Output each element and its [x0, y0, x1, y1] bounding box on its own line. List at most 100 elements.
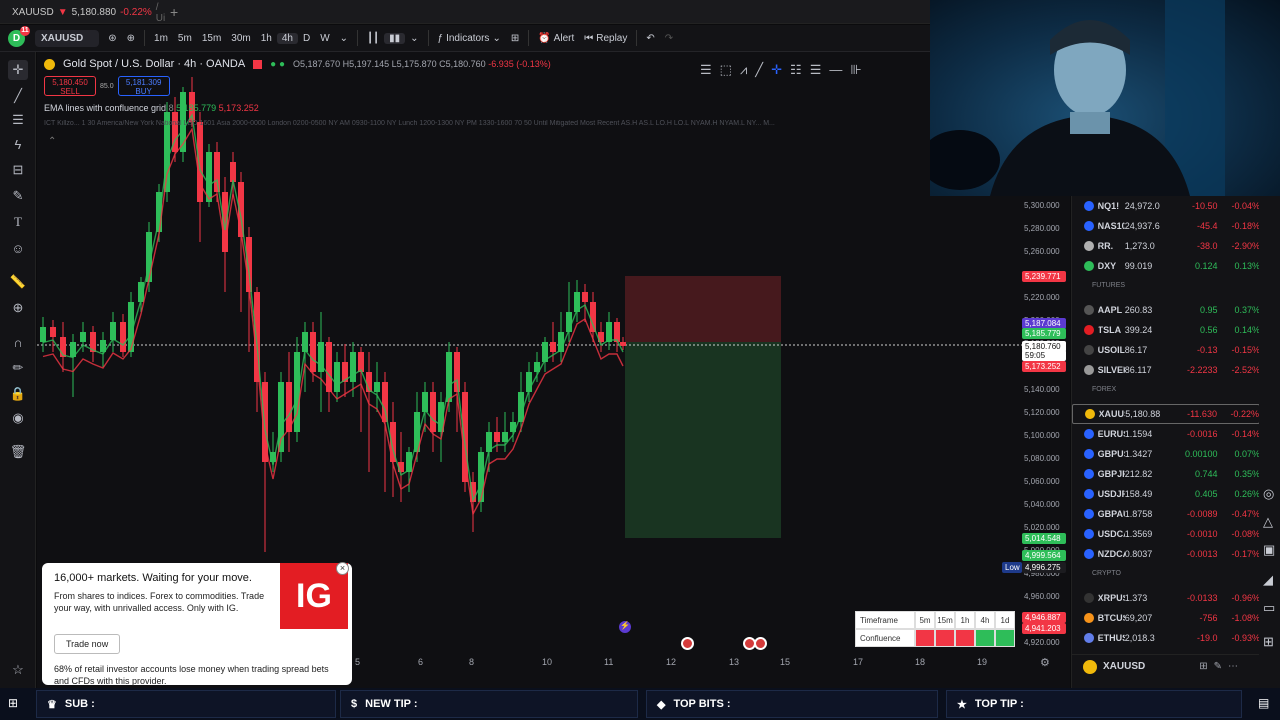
watchlist-row[interactable]: USOIL 86.17 -0.13 -0.15%: [1072, 340, 1260, 360]
collapse-legend-icon[interactable]: ⌃: [48, 136, 56, 147]
zigzag-icon[interactable]: ⩘: [740, 62, 747, 78]
chevron-down-icon[interactable]: ⌄: [335, 33, 353, 44]
ideas-icon[interactable]: △: [1263, 514, 1273, 530]
new-tab-icon[interactable]: +: [170, 4, 178, 20]
pattern-icon[interactable]: ϟ: [8, 134, 28, 154]
timeframe-30m[interactable]: 30m: [226, 33, 255, 44]
undo-icon[interactable]: ↶: [641, 33, 659, 44]
watchlist-section-header[interactable]: FUTURES: [1092, 282, 1125, 289]
compare-icon[interactable]: ⊛: [103, 33, 121, 44]
watchlist-section-header[interactable]: CRYPTO: [1092, 570, 1121, 577]
watchlist-row[interactable]: GBPAUD1.8758 -0.0089 -0.47%: [1072, 504, 1260, 524]
trade-now-button[interactable]: Trade now: [54, 634, 121, 654]
indicator-ema-label[interactable]: EMA lines with confluence grid 8 5,185.7…: [44, 103, 259, 113]
timeframe-W[interactable]: W: [315, 33, 334, 44]
magnet-icon[interactable]: ∩: [8, 332, 28, 352]
forecast-icon[interactable]: ⊟: [8, 160, 28, 180]
timeframe-4h[interactable]: 4h: [276, 32, 298, 44]
zoom-in-icon[interactable]: ⊕: [8, 298, 28, 318]
watchlist-row[interactable]: NZDCAD0.8037 -0.0013 -0.17%: [1072, 544, 1260, 564]
bar-style-icon[interactable]: ┃┃: [362, 33, 384, 44]
close-icon[interactable]: ×: [336, 562, 349, 575]
indicator-killzones-label[interactable]: ICT Killzo... 1 30 America/New York Nati…: [44, 120, 924, 127]
signal-icon[interactable]: ◢: [1263, 572, 1273, 588]
watchlist-row[interactable]: USDJPY158.49 0.405 0.26%: [1072, 484, 1260, 504]
watchlist-row[interactable]: ETHUSD2,018.3 -19.0 -0.93%: [1072, 628, 1260, 648]
calendar-icon[interactable]: ▣: [1263, 542, 1275, 558]
watchlist-row[interactable]: NAS10024,937.6 -45.4 -0.18%: [1072, 216, 1260, 236]
settings-gear-icon[interactable]: ⚙: [1040, 656, 1050, 669]
trash-icon[interactable]: 🗑: [8, 442, 28, 462]
date-tick: 8: [469, 657, 475, 667]
add-symbol-icon[interactable]: ⊕: [122, 33, 140, 44]
trend-line-icon[interactable]: ╱: [8, 86, 28, 106]
watchlist-row[interactable]: GBPJPY212.82 0.744 0.35%: [1072, 464, 1260, 484]
watchlist-row[interactable]: XAUUSD5,180.88 -11.630 -0.22%: [1072, 404, 1260, 424]
hline-icon[interactable]: —: [829, 62, 842, 78]
alert-button[interactable]: ⏰ Alert: [533, 33, 579, 44]
watchlist-section-header[interactable]: FOREX: [1092, 386, 1116, 393]
emoji-icon[interactable]: ☺: [8, 238, 28, 258]
notification-icon[interactable]: ▤: [1258, 696, 1269, 710]
candle-body: [350, 352, 356, 382]
watchlist-row[interactable]: XRPUSD1.373 -0.0133 -0.96%: [1072, 588, 1260, 608]
text-tool-icon[interactable]: T: [8, 212, 28, 232]
measure-icon[interactable]: ⊪: [850, 62, 861, 78]
lock-icon[interactable]: 🔒: [8, 384, 28, 404]
layouts-icon[interactable]: ⊞: [506, 33, 524, 44]
indicators-button[interactable]: ƒ Indicators ⌄: [433, 33, 506, 44]
us-flag-event-icon[interactable]: [681, 637, 694, 650]
buy-button[interactable]: 5,181.309 BUY: [117, 76, 170, 96]
browser-tab[interactable]: XAUUSD ▼ 5,180.880 -0.22% / Ui: [4, 2, 165, 24]
eye-icon[interactable]: ◉: [8, 408, 28, 428]
chevron-down-icon[interactable]: ⌄: [405, 33, 423, 44]
target-icon[interactable]: ◎: [1263, 486, 1274, 502]
line-icon[interactable]: ╱: [755, 62, 763, 78]
crosshair-icon[interactable]: ✛: [8, 60, 28, 80]
candle-body: [374, 382, 380, 392]
tf-cell: 1d: [995, 611, 1015, 629]
apps-grid-icon[interactable]: ⊞: [1263, 634, 1274, 650]
layout-icon[interactable]: ⊞: [1199, 661, 1207, 672]
timeframe-1m[interactable]: 1m: [149, 33, 173, 44]
watchlist-row[interactable]: GBPUSD1.3427 0.00100 0.07%: [1072, 444, 1260, 464]
watchlist-row[interactable]: RR. 1,273.0 -38.0 -2.90%: [1072, 236, 1260, 256]
settings-list-icon[interactable]: ☰: [810, 62, 822, 78]
us-flag-event-icon[interactable]: [754, 637, 767, 650]
timeframe-5m[interactable]: 5m: [173, 33, 197, 44]
watchlist-row[interactable]: EURUSD1.1594 -0.0016 -0.14%: [1072, 424, 1260, 444]
sell-button[interactable]: 5,180.450 SELL: [44, 76, 96, 96]
ig-advertisement[interactable]: 16,000+ markets. Waiting for your move. …: [42, 562, 352, 686]
replay-button[interactable]: ⏮ Replay: [579, 33, 632, 44]
crosshair-icon[interactable]: ✛: [771, 62, 782, 78]
brush-icon[interactable]: ✎: [8, 186, 28, 206]
fib-icon[interactable]: ☰: [8, 110, 28, 130]
watchlist-row[interactable]: AAPL 260.83 0.95 0.37%: [1072, 300, 1260, 320]
lightning-event-icon[interactable]: ⚡: [619, 621, 631, 633]
timeframe-15m[interactable]: 15m: [197, 33, 226, 44]
watchlist-row[interactable]: SILVER86.117 -2.2233 -2.52%: [1072, 360, 1260, 380]
watchlist-row[interactable]: NQ1! 24,972.0 -10.50 -0.04%: [1072, 196, 1260, 216]
more-icon[interactable]: ⋯: [1228, 661, 1238, 672]
watchlist-row[interactable]: BTCUSD69,207 -756 -1.08%: [1072, 608, 1260, 628]
timeframe-D[interactable]: D: [298, 33, 315, 44]
user-avatar[interactable]: D 11: [8, 25, 30, 47]
edit-icon[interactable]: ✎: [1214, 661, 1222, 672]
watchlist-row[interactable]: TSLA 399.24 0.56 0.14%: [1072, 320, 1260, 340]
redo-icon[interactable]: ↷: [660, 33, 678, 44]
stay-drawing-icon[interactable]: ✏: [8, 358, 28, 378]
watchlist-row[interactable]: USDCAD1.3569 -0.0010 -0.08%: [1072, 524, 1260, 544]
watchlist-row[interactable]: DXY 99.019 0.124 0.13%: [1072, 256, 1260, 276]
bars-icon[interactable]: ☷: [790, 62, 802, 78]
timeframe-1h[interactable]: 1h: [256, 33, 277, 44]
footer-symbol[interactable]: XAUUSD: [1103, 661, 1145, 672]
chat-icon[interactable]: ▭: [1263, 600, 1275, 616]
symbol-search-input[interactable]: XAUUSD: [35, 29, 100, 47]
ruler-icon[interactable]: 📏: [8, 272, 28, 292]
list-icon[interactable]: ☰: [700, 62, 712, 78]
favorites-star-icon[interactable]: ☆: [8, 660, 28, 680]
rectangle-icon[interactable]: ⬚: [720, 62, 732, 78]
candle-style-icon[interactable]: ▮▮: [384, 32, 406, 44]
tab-symbol: XAUUSD: [12, 7, 54, 18]
windows-start-icon[interactable]: ⊞: [8, 696, 18, 710]
